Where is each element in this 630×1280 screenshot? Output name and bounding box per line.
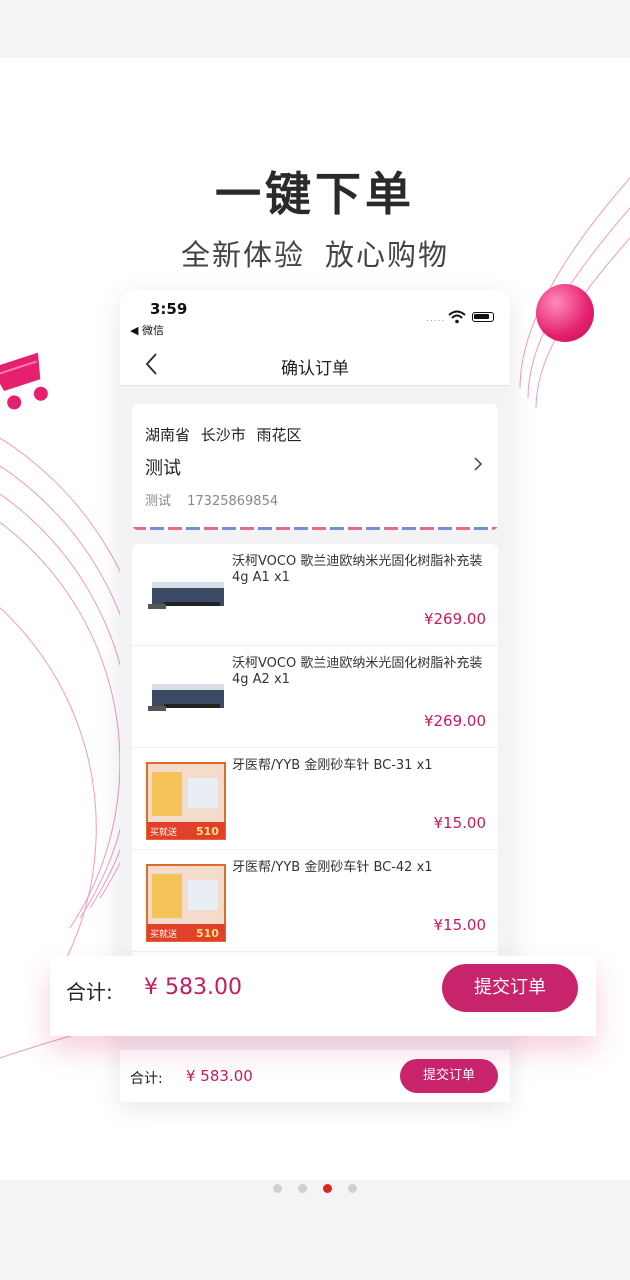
nav-bar: 确认订单 [120,342,510,386]
list-item[interactable]: 买就送 510 牙医帮/YYB 金刚砂车针 BC-42 x1 ¥15.00 [132,850,498,952]
promo-left: 买就送 [150,826,177,838]
order-items-list: 沃柯VOCO 歌兰迪欧纳米光固化树脂补充装4g A1 x1 ¥269.00 沃柯… [132,544,498,964]
item-price: ¥15.00 [433,814,487,832]
battery-icon [472,312,494,322]
airmail-border [132,527,498,530]
chevron-right-icon [474,457,483,471]
promo-stage: 一键下单 全新体验 放心购物 3:59 ◀ 微信 ..... 确认订单 湖南省 … [0,58,630,1180]
subline: 全新体验 放心购物 [0,232,630,274]
product-thumbnail: 买就送 510 [146,762,226,840]
page-indicator [0,1178,630,1193]
status-time: 3:59 [150,300,188,318]
subline-new-experience: 全新体验 [180,238,305,272]
item-price: ¥269.00 [423,712,486,730]
page-dot-2[interactable] [298,1184,307,1193]
list-item[interactable]: 买就送 510 牙医帮/YYB 金刚砂车针 BC-31 x1 ¥15.00 [132,748,498,850]
address-card[interactable]: 湖南省 长沙市 雨花区 测试 测试 17325869854 [132,404,498,530]
bottom-order-bar: 合计: ¥ 583.00 提交订单 [120,1050,510,1102]
status-bar: 3:59 ◀ 微信 ..... [120,290,510,342]
promo-left: 买就送 [150,928,177,940]
list-item[interactable]: 沃柯VOCO 歌兰迪欧纳米光固化树脂补充装4g A1 x1 ¥269.00 [132,544,498,646]
pink-ball-decoration [536,284,594,342]
page-dot-4[interactable] [348,1184,357,1193]
enlarged-total-label: 合计: [66,980,113,1004]
back-to-wechat-link[interactable]: ◀ 微信 [130,322,164,338]
promo-right: 510 [196,825,219,838]
address-contact: 测试 17325869854 [145,494,279,509]
page-title: 确认订单 [281,359,349,379]
item-price: ¥15.00 [433,916,487,934]
submit-order-button[interactable]: 提交订单 [400,1059,498,1093]
signal-icon: ..... [426,314,446,324]
item-name: 沃柯VOCO 歌兰迪欧纳米光固化树脂补充装4g A2 x1 [232,656,483,687]
total-amount: ¥ 583.00 [186,1067,253,1085]
enlarged-order-bar: 合计: ¥ 583.00 提交订单 [50,956,596,1036]
wifi-icon [448,310,466,324]
item-name: 牙医帮/YYB 金刚砂车针 BC-31 x1 [232,758,433,773]
page-dot-3[interactable] [323,1184,332,1193]
product-thumbnail: 买就送 510 [146,864,226,942]
address-region: 湖南省 长沙市 雨花区 [145,426,302,444]
address-recipient: 测试 [145,458,181,479]
list-item[interactable]: 沃柯VOCO 歌兰迪欧纳米光固化树脂补充装4g A2 x1 ¥269.00 [132,646,498,748]
headline: 一键下单 [215,167,415,221]
item-name: 沃柯VOCO 歌兰迪欧纳米光固化树脂补充装4g A1 x1 [232,554,483,585]
item-price: ¥269.00 [423,610,486,628]
page-dot-1[interactable] [273,1184,282,1193]
subline-shop-assured: 放心购物 [325,238,450,272]
promo-right: 510 [196,927,219,940]
item-name: 牙医帮/YYB 金刚砂车针 BC-42 x1 [232,860,433,875]
shopping-cart-icon [0,352,48,410]
enlarged-submit-order-button[interactable]: 提交订单 [442,964,578,1012]
product-thumbnail [148,582,224,609]
product-thumbnail [148,684,224,711]
enlarged-total-amount: ¥ 583.00 [144,975,242,1000]
total-label: 合计: [130,1071,163,1087]
